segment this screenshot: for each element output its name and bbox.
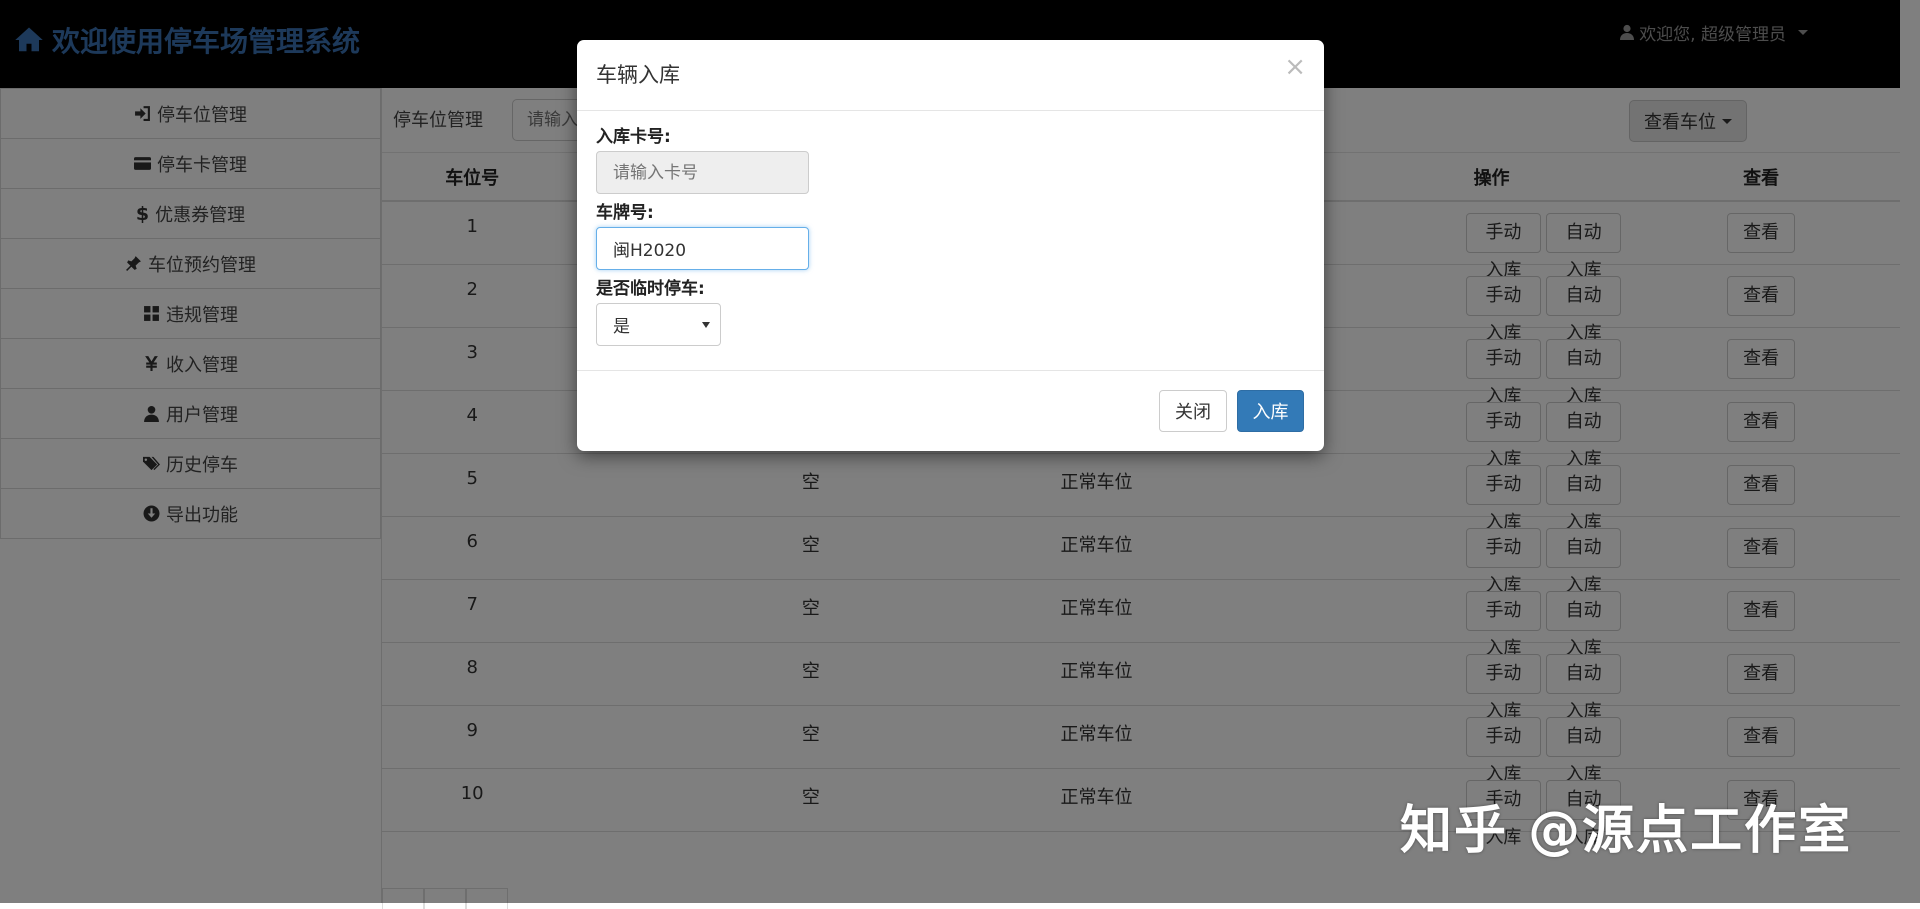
watermark: 知乎 @源点工作室 — [1400, 801, 1853, 861]
submit-entry-button[interactable]: 入库 — [1237, 390, 1304, 432]
plate-number-label: 车牌号: — [596, 203, 654, 223]
close-button[interactable]: 关闭 — [1159, 390, 1227, 432]
temporary-parking-label: 是否临时停车: — [596, 279, 705, 299]
temporary-parking-select[interactable]: 是 — [596, 303, 721, 346]
modal-footer: 关闭 入库 — [577, 370, 1324, 452]
modal-body: 入库卡号: 车牌号: 是否临时停车: 是 — [596, 122, 1296, 346]
card-number-input[interactable] — [596, 151, 809, 194]
vehicle-entry-modal: 车辆入库 × 入库卡号: 车牌号: 是否临时停车: 是 关闭 入库 — [577, 40, 1324, 451]
card-number-label: 入库卡号: — [596, 127, 671, 147]
select-arrow-icon — [702, 321, 710, 328]
plate-number-input[interactable] — [596, 227, 809, 270]
close-icon[interactable]: × — [1284, 52, 1306, 82]
modal-title: 车辆入库 — [596, 63, 680, 87]
modal-header: 车辆入库 × — [577, 40, 1324, 111]
temporary-parking-value: 是 — [613, 317, 630, 337]
